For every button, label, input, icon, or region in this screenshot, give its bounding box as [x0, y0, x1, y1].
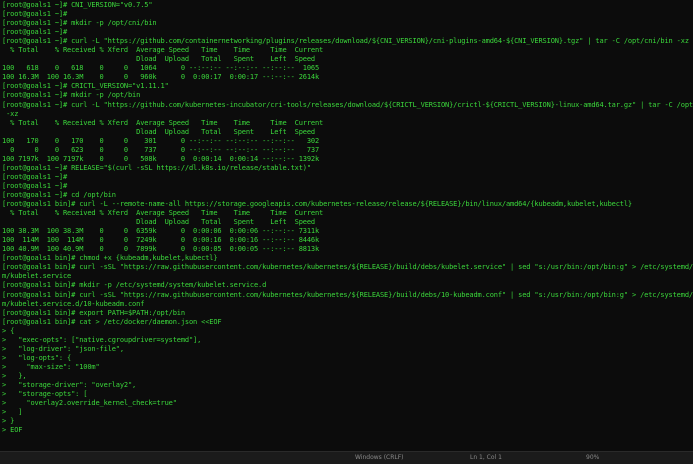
terminal-line: [root@goals1 bin]# chmod +x {kubeadm,kub…: [2, 254, 218, 263]
terminal-line: [root@goals1 ~]# curl -L "https://github…: [2, 100, 693, 109]
terminal-line: % Total % Received % Xferd Average Speed…: [2, 118, 324, 127]
terminal-line: [root@goals1 ~]#: [2, 172, 68, 181]
terminal-line: [root@goals1 ~]# CRICTL_VERSION="v1.11.1…: [2, 82, 169, 91]
terminal-line: > {: [2, 326, 15, 335]
terminal-line: [root@goals1 ~]# mkdir -p /opt/cni/bin: [2, 19, 157, 28]
terminal-line: > "overlay2.override_kernel_check=true": [2, 399, 177, 408]
terminal-line: -xz: [2, 109, 19, 118]
terminal-line: % Total % Received % Xferd Average Speed…: [2, 209, 324, 218]
terminal-line: m/kubelet.service: [2, 272, 72, 281]
terminal-line: Dload Upload Total Spent Left Speed: [2, 127, 315, 136]
terminal-line: > "storage-opts": [: [2, 390, 88, 399]
terminal-line: 100 7197k 100 7197k 0 0 508k 0 0:00:14 0…: [2, 154, 320, 163]
terminal-line: Dload Upload Total Spent Left Speed: [2, 218, 315, 227]
terminal-line: > "log-driver": "json-file",: [2, 344, 124, 353]
terminal-line: > "log-opts": {: [2, 353, 72, 362]
terminal-line: [root@goals1 bin]# curl -L --remote-name…: [2, 200, 632, 209]
terminal-line: > "exec-opts": ["native.cgroupdriver=sys…: [2, 335, 202, 344]
line-ending-indicator[interactable]: Windows (CRLF): [355, 452, 404, 464]
terminal-line: [root@goals1 bin]# curl -sSL "https://ra…: [2, 290, 693, 299]
terminal-line: 0 0 0 623 0 0 737 0 --:--:-- --:--:-- --…: [2, 145, 320, 154]
terminal-line: % Total % Received % Xferd Average Speed…: [2, 46, 324, 55]
terminal-line: [root@goals1 ~]# cd /opt/bin: [2, 190, 116, 199]
terminal-line: [root@goals1 ~]# curl -L "https://github…: [2, 37, 689, 46]
terminal-line: 100 170 0 170 0 0 301 0 --:--:-- --:--:-…: [2, 136, 320, 145]
terminal-output[interactable]: [root@goals1 ~]# CNI_VERSION="v0.7.5" [r…: [2, 0, 693, 435]
terminal-line: > ]: [2, 408, 23, 417]
terminal-line: 100 16.3M 100 16.3M 0 0 960k 0 0:00:17 0…: [2, 73, 320, 82]
zoom-level-indicator[interactable]: 90%: [586, 452, 599, 464]
terminal-line: 100 40.9M 100 40.9M 0 0 7899k 0 0:00:05 …: [2, 245, 320, 254]
terminal-line: [root@goals1 ~]# RELEASE="$(curl -sSL ht…: [2, 163, 311, 172]
terminal-line: [root@goals1 bin]# curl -sSL "https://ra…: [2, 263, 693, 272]
terminal-line: [root@goals1 ~]# mkdir -p /opt/bin: [2, 91, 141, 100]
terminal-line: [root@goals1 bin]# export PATH=$PATH:/op…: [2, 308, 185, 317]
status-bar: Windows (CRLF) Ln 1, Col 1 90%: [0, 451, 693, 464]
terminal-line: [root@goals1 bin]# mkdir -p /etc/systemd…: [2, 281, 267, 290]
terminal-line: Dload Upload Total Spent Left Speed: [2, 55, 315, 64]
terminal-line: [root@goals1 ~]#: [2, 10, 68, 19]
terminal-line: > },: [2, 371, 27, 380]
cursor-position-indicator[interactable]: Ln 1, Col 1: [470, 452, 502, 464]
terminal-line: > "max-size": "100m": [2, 362, 100, 371]
terminal-line: m/kubelet.service.d/10-kubeadm.conf: [2, 299, 145, 308]
terminal-line: 100 38.3M 100 38.3M 0 0 6359k 0 0:00:06 …: [2, 227, 320, 236]
terminal-line: 100 618 0 618 0 0 1064 0 --:--:-- --:--:…: [2, 64, 320, 73]
terminal-line: > EOF: [2, 426, 23, 435]
terminal-line: > }: [2, 417, 15, 426]
terminal-line: [root@goals1 ~]#: [2, 181, 68, 190]
terminal-window[interactable]: [root@goals1 ~]# CNI_VERSION="v0.7.5" [r…: [0, 0, 693, 464]
terminal-line: [root@goals1 ~]# CNI_VERSION="v0.7.5": [2, 1, 153, 9]
terminal-line: 100 114M 100 114M 0 0 7249k 0 0:00:16 0:…: [2, 236, 320, 245]
terminal-line: [root@goals1 ~]#: [2, 28, 68, 37]
terminal-line: > "storage-driver": "overlay2",: [2, 380, 137, 389]
terminal-line: [root@goals1 bin]# cat > /etc/docker/dae…: [2, 317, 222, 326]
